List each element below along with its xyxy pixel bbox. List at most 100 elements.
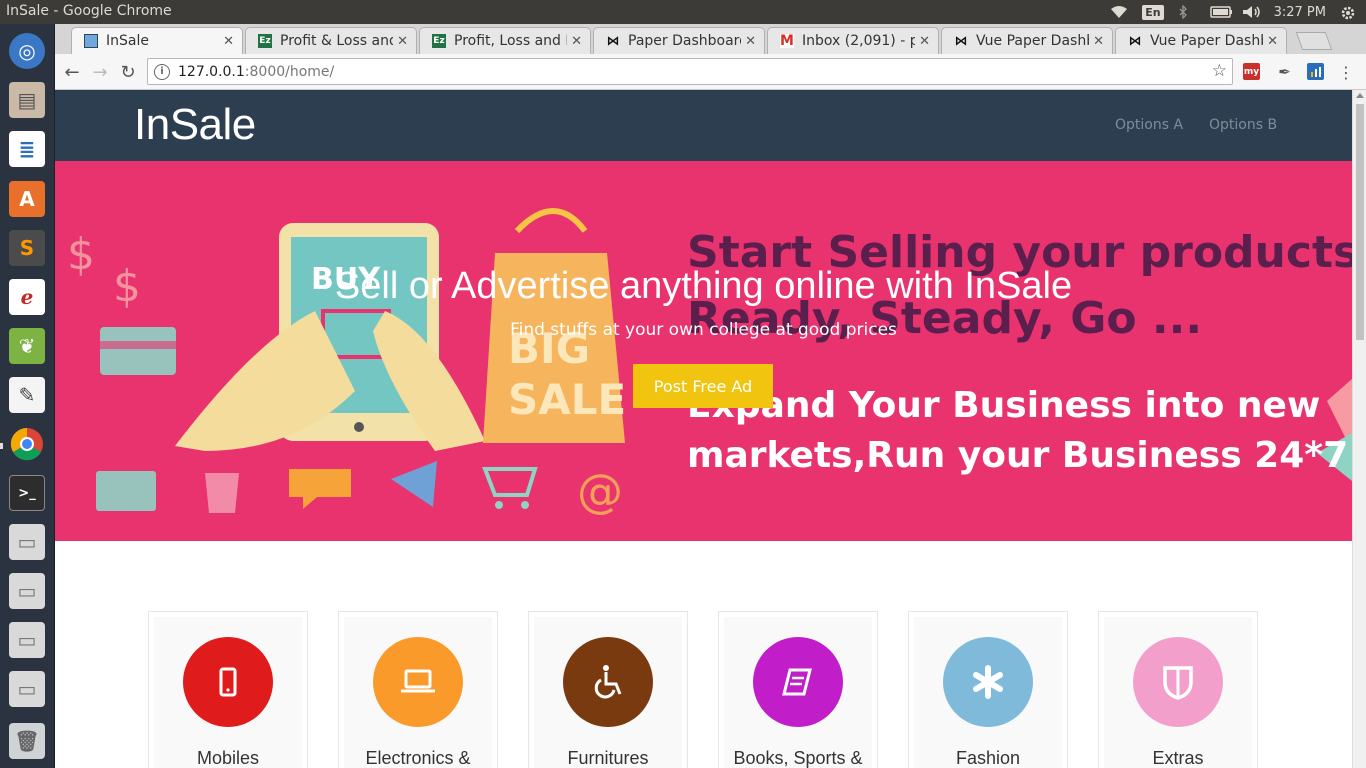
scroll-up-arrow-icon[interactable] [1356,93,1364,98]
excel-favicon: Ez [432,34,446,48]
category-card-extras[interactable]: Extras [1098,611,1258,768]
paper-dashboard-favicon: ⋈ [954,33,968,49]
close-icon[interactable]: ✕ [919,34,930,49]
category-card-electronics[interactable]: Electronics & [338,611,498,768]
shield-icon [1133,637,1223,727]
tab-vue-paper-dashboard-2[interactable]: ⋈ Vue Paper Dashb ✕ [1115,27,1287,54]
eyedropper-icon[interactable]: ✒ [1276,63,1293,81]
files-icon[interactable]: ▤ [6,79,48,121]
running-indicator [0,443,3,449]
svg-text:@: @ [577,464,623,518]
scrollbar-thumb[interactable] [1356,104,1364,340]
insale-favicon [84,34,98,48]
category-card-books-sports[interactable]: Books, Sports & [718,611,878,768]
site-brand[interactable]: InSale [134,100,256,150]
chrome-menu-icon[interactable]: ⋮ [1335,61,1357,83]
volume-icon[interactable] [1242,5,1260,19]
browser-toolbar: ← → ↻ i 127.0.0.1:8000/home/ ☆ my ✒ ⋮ [55,54,1366,90]
promo-line-4: markets,Run your Business 24*7 [687,435,1349,476]
paper-dashboard-favicon: ⋈ [606,33,620,49]
tab-label: InSale [106,33,149,49]
mobile-icon [183,637,273,727]
tab-label: Profit, Loss and I [454,33,568,49]
laptop-icon [373,637,463,727]
close-icon[interactable]: ✕ [745,34,756,49]
leaf-app-icon[interactable]: ❦ [6,325,48,367]
back-arrow-icon[interactable]: ← [61,61,83,83]
new-tab-button[interactable] [1295,32,1333,50]
window-title: InSale - Google Chrome [6,3,172,19]
site-navbar: InSale Options A Options B [55,90,1352,161]
top-panel: InSale - Google Chrome En 3:27 PM [0,0,1366,24]
tab-insale[interactable]: InSale ✕ [71,27,243,54]
promo-line-3: Expand Your Business into new [687,385,1321,426]
paper-dashboard-favicon: ⋈ [1128,33,1142,49]
drive-icon[interactable]: ▭ [6,668,48,710]
nav-options-a[interactable]: Options A [1115,117,1183,133]
bookmark-star-icon[interactable]: ☆ [1212,61,1227,81]
tab-gmail-inbox[interactable]: M Inbox (2,091) - pr ✕ [767,27,939,54]
tab-label: Inbox (2,091) - pr [802,33,916,49]
hero-background-art: $ $ @ BUY BIG SALE [67,208,1352,518]
system-tray: En 3:27 PM [1110,0,1358,24]
category-card-fashion[interactable]: Fashion [908,611,1068,768]
keyboard-language-indicator[interactable]: En [1142,4,1164,20]
hero-banner: $ $ @ BUY BIG SALE Start Selling your pr… [55,161,1352,541]
vertical-scrollbar[interactable] [1352,90,1366,768]
close-icon[interactable]: ✕ [1267,34,1278,49]
text-editor-icon[interactable]: ✎ [6,374,48,416]
document-viewer-icon[interactable]: ℯ [6,276,48,318]
category-card-furnitures[interactable]: Furnitures [528,611,688,768]
forward-arrow-icon[interactable]: → [89,61,111,83]
wheelchair-icon [563,637,653,727]
bag-sale-text: SALE [508,375,626,424]
post-free-ad-button[interactable]: Post Free Ad [633,364,773,408]
tab-vue-paper-dashboard[interactable]: ⋈ Vue Paper Dashb ✕ [941,27,1113,54]
sublime-text-icon[interactable]: S [6,227,48,269]
software-center-icon[interactable]: A [6,178,48,220]
writer-icon[interactable]: ≣ [6,128,48,170]
hero-subtitle: Find stuffs at your own college at good … [510,320,897,340]
nav-options-b[interactable]: Options B [1209,117,1277,133]
tab-label: Vue Paper Dashb [976,33,1090,49]
close-icon[interactable]: ✕ [571,34,582,49]
category-label: Furnitures [567,748,649,768]
excel-favicon: Ez [258,34,272,48]
tab-label: Vue Paper Dashb [1150,33,1264,49]
category-label: Electronics & [365,748,471,768]
url-path: :8000/home/ [244,63,335,80]
tab-label: Profit & Loss and [280,33,394,49]
card-body: Mobiles [154,617,302,768]
card-body: Books, Sports & [724,617,872,768]
info-icon[interactable]: i [154,63,170,80]
chrome-icon[interactable] [6,423,48,465]
battery-icon[interactable] [1209,5,1232,19]
hero-title: Sell or Advertise anything online with I… [334,265,1073,307]
drive-icon[interactable]: ▭ [6,619,48,661]
category-card-mobiles[interactable]: Mobiles [148,611,308,768]
unity-launcher: ◎ ▤ ≣ A S ℯ ❦ ✎ >_ ▭ ▭ ▭ ▭ 🗑 [0,24,55,768]
gear-icon[interactable] [1340,5,1358,20]
close-icon[interactable]: ✕ [223,34,234,49]
terminal-icon[interactable]: >_ [6,472,48,514]
category-label: Fashion [955,748,1021,768]
reload-icon[interactable]: ↻ [117,61,139,83]
address-bar[interactable]: i 127.0.0.1:8000/home/ ☆ [147,58,1233,85]
tab-strip: InSale ✕ Ez Profit & Loss and ✕ Ez Profi… [55,24,1366,54]
card-body: Electronics & [344,617,492,768]
analytics-extension-icon[interactable] [1307,63,1324,80]
category-label: Books, Sports & [733,748,863,768]
bluetooth-icon[interactable] [1178,4,1196,20]
tab-paper-dashboard[interactable]: ⋈ Paper Dashboard ✕ [593,27,765,54]
tab-profit-loss-2[interactable]: Ez Profit, Loss and I ✕ [419,27,591,54]
wifi-icon[interactable] [1110,5,1128,19]
tab-profit-loss[interactable]: Ez Profit & Loss and ✕ [245,27,417,54]
close-icon[interactable]: ✕ [397,34,408,49]
drive-icon[interactable]: ▭ [6,570,48,612]
trash-icon[interactable]: 🗑 [6,720,48,762]
clock[interactable]: 3:27 PM [1274,5,1326,20]
close-icon[interactable]: ✕ [1093,34,1104,49]
extension-my-icon[interactable]: my [1243,63,1260,80]
dash-home-icon[interactable]: ◎ [6,30,48,72]
drive-icon[interactable]: ▭ [6,521,48,563]
